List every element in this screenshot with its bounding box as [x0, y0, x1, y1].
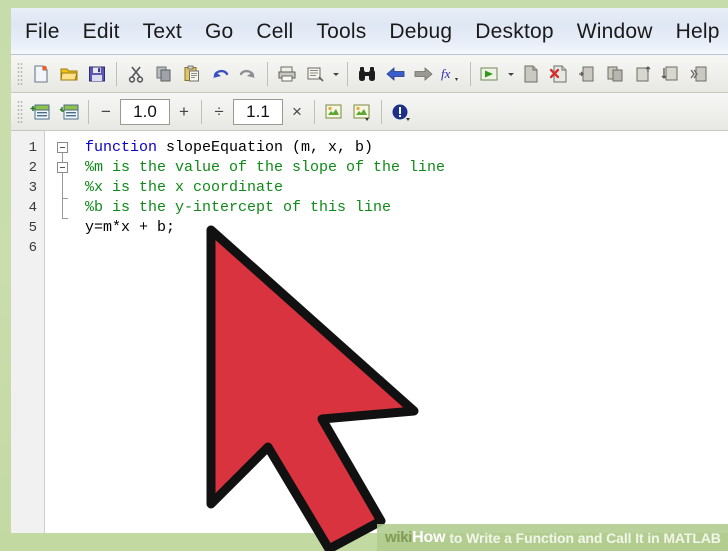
menu-window[interactable]: Window: [577, 21, 653, 42]
toolbar-separator: [347, 61, 348, 86]
line-number-gutter: 1 2 3 4 5 6: [11, 131, 45, 533]
fold-connector: [62, 173, 63, 218]
exit-debug-icon[interactable]: [686, 61, 712, 87]
step-in-icon[interactable]: [602, 61, 628, 87]
print-preview-icon[interactable]: [302, 61, 328, 87]
menu-go[interactable]: Go: [205, 21, 233, 42]
dropdown-arrow-icon[interactable]: [329, 61, 342, 87]
binoculars-find-icon[interactable]: [354, 61, 380, 87]
fold-end-line-5: [62, 218, 68, 219]
toolbar-separator: [381, 99, 382, 124]
print-icon[interactable]: [274, 61, 300, 87]
line-number: 4: [28, 200, 37, 216]
main-toolbar: fx: [11, 55, 728, 93]
open-folder-icon[interactable]: [56, 61, 82, 87]
multiply-button[interactable]: ×: [285, 99, 309, 125]
menu-debug[interactable]: Debug: [389, 21, 452, 42]
insert-cell-icon[interactable]: [28, 99, 54, 125]
menu-edit[interactable]: Edit: [83, 21, 120, 42]
menu-bar: File Edit Text Go Cell Tools Debug Deskt…: [11, 8, 728, 55]
copy-icon[interactable]: [151, 61, 177, 87]
save-icon[interactable]: [84, 61, 110, 87]
toolbar-separator: [267, 61, 268, 86]
run-dropdown-arrow-icon[interactable]: [504, 61, 517, 87]
new-file-icon[interactable]: [28, 61, 54, 87]
continue-icon[interactable]: [658, 61, 684, 87]
redo-arrow-icon[interactable]: [235, 61, 261, 87]
step-out-icon[interactable]: [630, 61, 656, 87]
decrement-value-input[interactable]: 1.0: [120, 98, 170, 125]
svg-text:fx: fx: [441, 66, 451, 81]
code-text-area[interactable]: function slopeEquation (m, x, b) %m is t…: [79, 131, 728, 533]
toolbar-separator: [116, 61, 117, 86]
fold-toggle-line-2[interactable]: [57, 162, 68, 173]
watermark-how-text: How: [412, 528, 446, 546]
cut-scissors-icon[interactable]: [123, 61, 149, 87]
watermark-title-text: to Write a Function and Call It in MATLA…: [449, 529, 721, 546]
insert-cell-divider-icon[interactable]: [56, 99, 82, 125]
back-arrow-icon[interactable]: [382, 61, 408, 87]
evaluate-cell-icon[interactable]: [321, 99, 347, 125]
toolbar-grip[interactable]: [17, 99, 23, 124]
decrement-button[interactable]: −: [94, 99, 118, 125]
keyword-function: function: [85, 139, 158, 156]
code-line-4: %b is the y-intercept of this line: [85, 199, 392, 216]
fold-branch-line-4: [62, 198, 68, 199]
line-number: 2: [28, 160, 37, 176]
code-line-1: function slopeEquation (m, x, b): [79, 138, 728, 158]
cell-toolbar: − 1.0 + ÷ 1.1 ×: [11, 93, 728, 131]
menu-tools[interactable]: Tools: [316, 21, 366, 42]
menu-help[interactable]: Help: [676, 21, 720, 42]
run-play-icon[interactable]: [477, 61, 503, 87]
increment-button[interactable]: +: [172, 99, 196, 125]
info-circle-icon[interactable]: [388, 99, 414, 125]
toolbar-separator: [201, 99, 202, 124]
menu-desktop[interactable]: Desktop: [475, 21, 553, 42]
toolbar-separator: [314, 99, 315, 124]
toolbar-separator: [470, 61, 471, 86]
toolbar-separator: [88, 99, 89, 124]
function-browser-fx-icon[interactable]: fx: [438, 61, 464, 87]
fold-connector: [62, 153, 63, 162]
function-signature: slopeEquation (m, x, b): [157, 139, 374, 156]
matlab-editor-window: File Edit Text Go Cell Tools Debug Deskt…: [11, 8, 728, 533]
forward-arrow-icon[interactable]: [410, 61, 436, 87]
toolbar-grip[interactable]: [17, 61, 23, 86]
line-number: 5: [28, 220, 37, 236]
wikihow-watermark: wiki How to Write a Function and Call It …: [377, 524, 728, 551]
code-line-2: %m is the value of the slope of the line: [85, 159, 446, 176]
evaluate-cell-and-advance-icon[interactable]: [349, 99, 375, 125]
line-number: 6: [28, 240, 37, 256]
code-editor[interactable]: 1 2 3 4 5 6 function slopeEquation (m, x…: [11, 131, 728, 533]
code-line-5: y=m*x + b;: [85, 219, 176, 236]
divide-button[interactable]: ÷: [207, 99, 231, 125]
clear-breakpoints-icon[interactable]: [546, 61, 572, 87]
divide-value-input[interactable]: 1.1: [233, 98, 283, 125]
watermark-wiki-text: wiki: [385, 529, 413, 546]
menu-cell[interactable]: Cell: [256, 21, 293, 42]
step-icon[interactable]: [574, 61, 600, 87]
menu-file[interactable]: File: [25, 21, 60, 42]
code-folding-gutter[interactable]: [45, 131, 79, 533]
line-number: 1: [28, 140, 37, 156]
line-number: 3: [28, 180, 37, 196]
screenshot-root: File Edit Text Go Cell Tools Debug Deskt…: [0, 0, 728, 551]
undo-arrow-icon[interactable]: [207, 61, 233, 87]
paste-icon[interactable]: [179, 61, 205, 87]
set-breakpoint-icon[interactable]: [518, 61, 544, 87]
code-line-3: %x is the x coordinate: [85, 179, 284, 196]
menu-text[interactable]: Text: [143, 21, 182, 42]
fold-toggle-line-1[interactable]: [57, 142, 68, 153]
